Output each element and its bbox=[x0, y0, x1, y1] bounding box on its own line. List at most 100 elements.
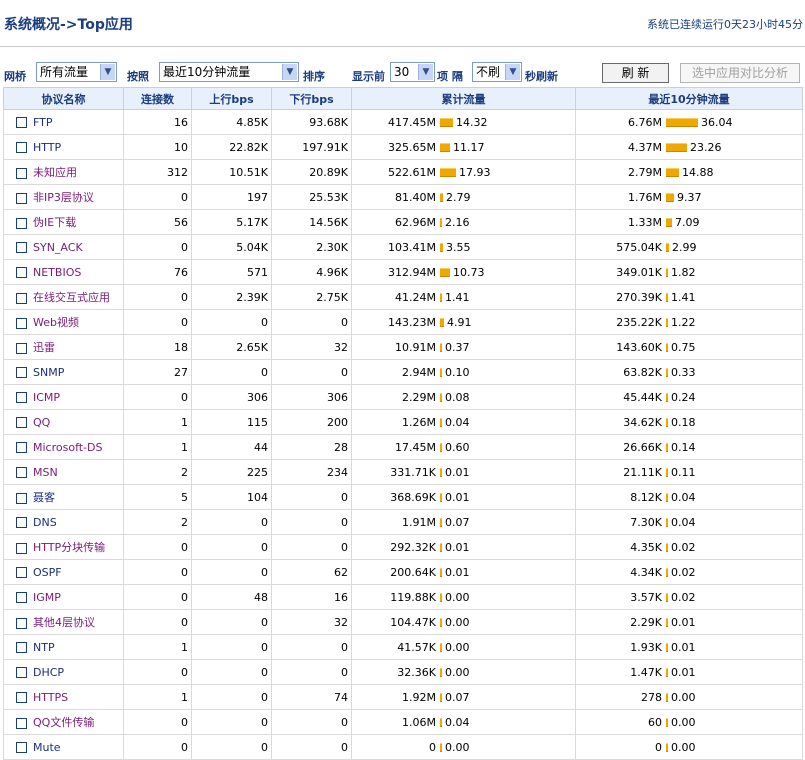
row-checkbox[interactable] bbox=[16, 717, 27, 729]
protocol-link[interactable]: IGMP bbox=[33, 591, 61, 604]
protocol-link[interactable]: FTP bbox=[33, 116, 53, 129]
protocol-link[interactable]: OSPF bbox=[33, 566, 62, 579]
connections-cell: 0 bbox=[123, 709, 192, 735]
table-header-row: 协议名称 连接数 上行bps 下行bps 累计流量 最近10分钟流量 bbox=[3, 87, 803, 110]
sort-select[interactable]: 最近10分钟流量 ▼ bbox=[159, 62, 299, 82]
row-checkbox[interactable] bbox=[16, 192, 27, 204]
row-checkbox[interactable] bbox=[16, 592, 27, 603]
row-checkbox[interactable] bbox=[16, 642, 27, 653]
protocol-link[interactable]: HTTP bbox=[33, 141, 61, 154]
row-checkbox[interactable] bbox=[16, 117, 27, 128]
protocol-link[interactable]: DNS bbox=[33, 516, 57, 529]
row-checkbox[interactable] bbox=[16, 542, 27, 554]
row-checkbox[interactable] bbox=[16, 167, 27, 179]
table-row: 迅雷 18 2.65K 32 10.91M 0.37 143.60K 0.75 bbox=[3, 334, 803, 360]
protocol-link[interactable]: Web视频 bbox=[33, 316, 79, 329]
row-checkbox[interactable] bbox=[16, 492, 27, 504]
refresh-interval-select[interactable]: 不刷 ▼ bbox=[472, 62, 522, 82]
col-total-traffic[interactable]: 累计流量 bbox=[351, 87, 576, 110]
downstream-cell: 0 bbox=[271, 484, 352, 510]
row-checkbox[interactable] bbox=[16, 217, 27, 229]
connections-cell: 1 bbox=[123, 409, 192, 435]
show-count-select[interactable]: 30 ▼ bbox=[390, 62, 435, 82]
protocol-link[interactable]: SYN_ACK bbox=[33, 241, 83, 254]
col-protocol-name[interactable]: 协议名称 bbox=[3, 87, 124, 110]
col-connections[interactable]: 连接数 bbox=[123, 87, 192, 110]
total-share-percent: 0.04 bbox=[445, 715, 470, 729]
row-checkbox[interactable] bbox=[16, 317, 27, 329]
protocol-link[interactable]: 未知应用 bbox=[33, 166, 77, 179]
protocol-link[interactable]: QQ bbox=[33, 416, 50, 429]
protocol-link[interactable]: DHCP bbox=[33, 666, 64, 679]
row-checkbox[interactable] bbox=[16, 267, 27, 278]
table-row: HTTPS 1 0 74 1.92M 0.07 278 0.00 bbox=[3, 684, 803, 710]
row-checkbox[interactable] bbox=[16, 142, 27, 153]
recent-share-percent: 0.02 bbox=[671, 565, 696, 579]
total-share-bar bbox=[440, 267, 450, 277]
total-share-bar bbox=[440, 167, 456, 177]
row-checkbox[interactable] bbox=[16, 367, 27, 378]
row-checkbox[interactable] bbox=[16, 742, 27, 753]
recent-share-bar bbox=[666, 292, 668, 302]
row-checkbox[interactable] bbox=[16, 417, 27, 428]
protocol-link[interactable]: NETBIOS bbox=[33, 266, 81, 279]
protocol-link[interactable]: MSN bbox=[33, 466, 58, 479]
row-checkbox[interactable] bbox=[16, 442, 27, 453]
protocol-link[interactable]: HTTP分块传输 bbox=[33, 541, 105, 554]
row-checkbox[interactable] bbox=[16, 242, 27, 253]
protocol-link[interactable]: NTP bbox=[33, 641, 55, 654]
total-share-bar bbox=[440, 317, 444, 327]
total-share-bar bbox=[440, 367, 442, 377]
upstream-cell: 0 bbox=[191, 659, 272, 685]
recent-share-bar bbox=[666, 142, 687, 152]
col-upstream[interactable]: 上行bps bbox=[191, 87, 272, 110]
row-checkbox[interactable] bbox=[16, 517, 27, 528]
protocol-link[interactable]: QQ文件传输 bbox=[33, 716, 94, 729]
protocol-link[interactable]: SNMP bbox=[33, 366, 64, 379]
connections-cell: 5 bbox=[123, 484, 192, 510]
table-row: 未知应用 312 10.51K 20.89K 522.61M 17.93 2.79M 14.8… bbox=[3, 159, 803, 185]
recent-traffic-value: 575.04K bbox=[616, 240, 662, 254]
total-share-percent: 2.79 bbox=[446, 190, 471, 204]
connections-cell: 1 bbox=[123, 434, 192, 460]
row-checkbox[interactable] bbox=[16, 292, 27, 304]
protocol-cell: SNMP bbox=[3, 359, 124, 385]
downstream-cell: 32 bbox=[271, 609, 352, 635]
protocol-link[interactable]: 迅雷 bbox=[33, 341, 55, 354]
row-checkbox[interactable] bbox=[16, 692, 27, 703]
row-checkbox[interactable] bbox=[16, 342, 27, 354]
col-downstream[interactable]: 下行bps bbox=[271, 87, 352, 110]
row-checkbox[interactable] bbox=[16, 667, 27, 678]
protocol-link[interactable]: HTTPS bbox=[33, 691, 68, 704]
compare-button[interactable]: 选中应用对比分析 bbox=[680, 63, 800, 83]
recent-share-percent: 0.14 bbox=[671, 440, 696, 454]
downstream-cell: 28 bbox=[271, 434, 352, 460]
recent-traffic-value: 63.82K bbox=[623, 365, 662, 379]
recent-share-bar bbox=[666, 617, 668, 627]
total-traffic-cell: 1.92M 0.07 bbox=[351, 684, 576, 710]
total-traffic-value: 200.64K bbox=[390, 565, 436, 579]
row-checkbox[interactable] bbox=[16, 467, 27, 478]
protocol-link[interactable]: 非IP3层协议 bbox=[33, 191, 94, 204]
refresh-button[interactable]: 刷 新 bbox=[602, 63, 669, 83]
total-traffic-value: 103.41M bbox=[388, 240, 436, 254]
row-checkbox[interactable] bbox=[16, 392, 27, 403]
protocol-link[interactable]: ICMP bbox=[33, 391, 60, 404]
recent-share-bar bbox=[666, 117, 698, 127]
protocol-link[interactable]: 伪IE下载 bbox=[33, 216, 76, 229]
protocol-link[interactable]: 其他4层协议 bbox=[33, 616, 95, 629]
protocol-link[interactable]: 在线交互式应用 bbox=[33, 291, 110, 304]
col-recent-traffic[interactable]: 最近10分钟流量 bbox=[575, 87, 803, 110]
recent-share-percent: 0.18 bbox=[671, 415, 696, 429]
recent-traffic-cell: 0 0.00 bbox=[575, 734, 803, 760]
row-checkbox[interactable] bbox=[16, 567, 27, 578]
total-traffic-value: 331.71K bbox=[390, 465, 436, 479]
row-checkbox[interactable] bbox=[16, 617, 27, 629]
protocol-link[interactable]: 聂客 bbox=[33, 491, 55, 504]
recent-share-bar bbox=[666, 217, 672, 227]
protocol-link[interactable]: Mute bbox=[33, 741, 61, 754]
bridge-select[interactable]: 所有流量 ▼ bbox=[36, 62, 117, 82]
downstream-cell: 16 bbox=[271, 584, 352, 610]
protocol-link[interactable]: Microsoft-DS bbox=[33, 441, 102, 454]
protocol-cell: IGMP bbox=[3, 584, 124, 610]
